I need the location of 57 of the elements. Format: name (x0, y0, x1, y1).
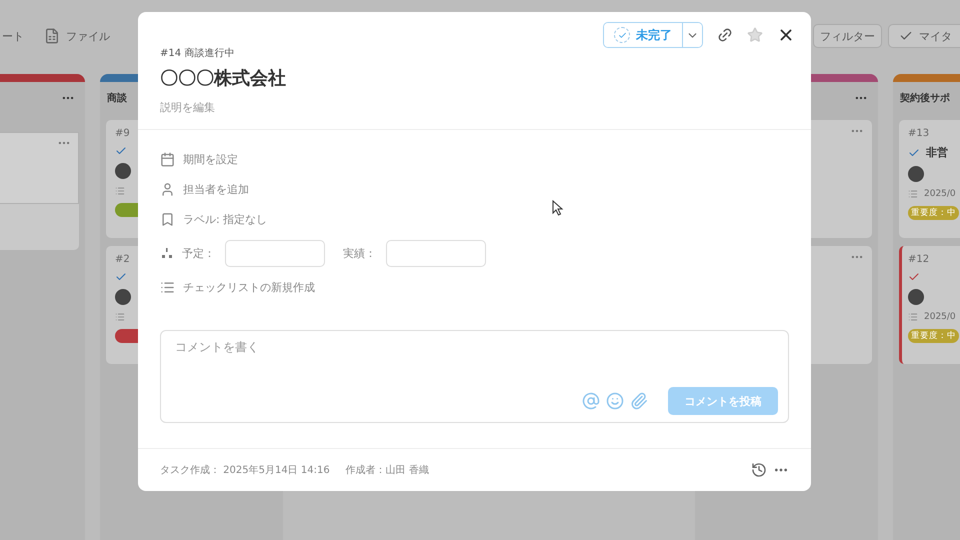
field-link[interactable]: ラベル: 指定なし (183, 212, 268, 226)
check-icon (115, 271, 127, 283)
task-title: 〇〇〇株式会社 (160, 67, 287, 90)
task-card[interactable]: #13 非営 2025/0 重要度：中 (899, 120, 960, 238)
check-icon (618, 30, 626, 40)
list-icon (115, 186, 125, 196)
calendar-icon (160, 152, 175, 166)
field-link[interactable]: チェックリストの新規作成 (183, 280, 315, 294)
column-title: 商談 (107, 91, 127, 105)
list-icon (908, 189, 918, 199)
person-icon (160, 182, 175, 196)
created-date: タスク作成： 2025年5月14日 14:16 (160, 464, 330, 477)
file-icon (44, 28, 60, 44)
list-icon (115, 312, 125, 322)
actual-input[interactable] (386, 240, 486, 266)
card-number: #12 (908, 254, 930, 265)
list-icon (908, 312, 918, 322)
cursor-icon (552, 200, 564, 216)
card-date: 2025/0 (924, 189, 956, 199)
task-card[interactable]: #12 2025/0 重要度：中 (899, 246, 960, 364)
task-number: #14 商談進行中 (160, 46, 236, 60)
field-link[interactable]: 期間を設定 (183, 152, 238, 166)
paperclip-icon[interactable] (630, 392, 648, 410)
link-icon[interactable] (717, 27, 733, 43)
actual-label: 実績： (343, 246, 376, 260)
check-icon (908, 271, 920, 283)
planned-input[interactable] (225, 240, 325, 266)
check-icon (908, 146, 920, 158)
history-icon[interactable] (751, 462, 767, 478)
card-date: 2025/0 (924, 312, 956, 322)
priority-badge: 重要度：中 (908, 206, 959, 220)
edit-description-link[interactable]: 説明を編集 (160, 100, 215, 115)
field-link[interactable]: 担当者を追加 (183, 182, 249, 196)
my-tasks-button[interactable]: マイタ (888, 24, 960, 48)
bookmark-icon (160, 212, 175, 226)
numbers-icon (160, 246, 174, 260)
card-number: #9 (115, 128, 131, 139)
list-icon (160, 280, 175, 294)
mention-icon[interactable] (582, 392, 600, 410)
avatar (115, 289, 131, 305)
status-dropdown-button[interactable] (682, 23, 702, 47)
check-icon (115, 145, 127, 157)
card-number: #13 (908, 128, 930, 139)
toolbar-item[interactable]: ート (2, 28, 24, 44)
author: 作成者：山田 香織 (346, 464, 429, 477)
avatar (908, 166, 924, 182)
card-title: 非営 (926, 145, 948, 160)
priority-badge: 重要度：中 (908, 329, 959, 343)
planned-label: 予定： (182, 246, 215, 260)
star-icon[interactable] (747, 27, 763, 43)
toolbar-item[interactable]: ファイル (44, 28, 110, 44)
column-title: 契約後サポ (900, 92, 950, 105)
avatar (115, 163, 131, 179)
emoji-icon[interactable] (606, 392, 624, 410)
card-number: #2 (115, 254, 131, 265)
avatar (908, 289, 924, 305)
filter-button[interactable]: フィルター (813, 24, 882, 48)
